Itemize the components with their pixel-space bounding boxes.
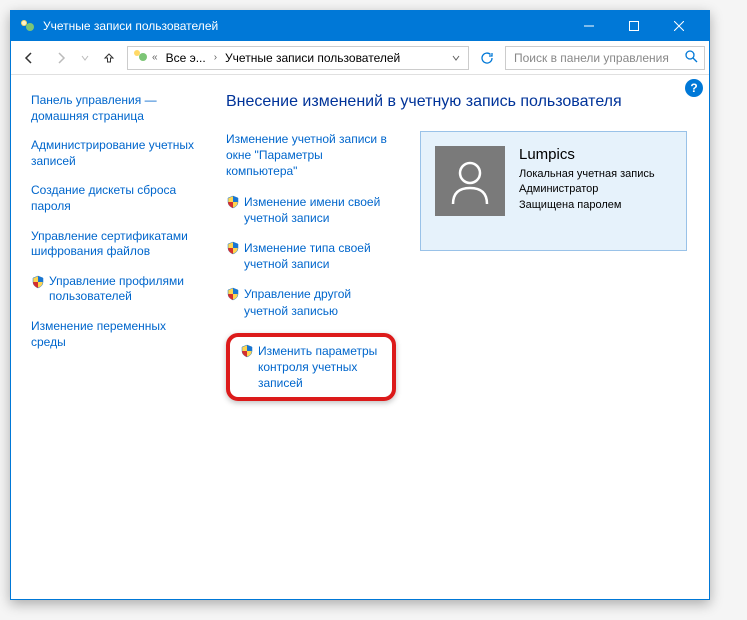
user-name: Lumpics [519, 146, 672, 163]
sidebar-item-profiles[interactable]: Управление профилями пользователей [31, 274, 198, 305]
task-list: Изменение учетной записи в окне "Парамет… [226, 131, 396, 411]
highlighted-task: Изменить параметры контроля учетных запи… [226, 333, 396, 402]
breadcrumb[interactable]: « Все э... › Учетные записи пользователе… [127, 46, 469, 70]
forward-button[interactable] [47, 44, 75, 72]
control-panel-window: Учетные записи пользователей [10, 10, 710, 600]
task-label: Изменение типа своей учетной записи [244, 240, 396, 272]
sidebar-item-home[interactable]: Панель управления — домашняя страница [31, 93, 198, 124]
sidebar-item-reset-disk[interactable]: Создание дискеты сброса пароля [31, 183, 198, 214]
sidebar-item-certs[interactable]: Управление сертификатами шифрования файл… [31, 229, 198, 260]
task-change-type[interactable]: Изменение типа своей учетной записи [226, 240, 396, 272]
maximize-button[interactable] [611, 11, 656, 41]
shield-icon [226, 195, 240, 209]
search-box[interactable] [505, 46, 705, 70]
task-pc-settings[interactable]: Изменение учетной записи в окне "Парамет… [226, 131, 396, 180]
user-account-type: Локальная учетная запись [519, 167, 672, 182]
chevron-icon: « [150, 52, 160, 63]
content-area: ? Панель управления — домашняя страница … [11, 75, 709, 599]
sidebar-item-label: Управление сертификатами шифрования файл… [31, 229, 198, 260]
task-uac-settings[interactable]: Изменить параметры контроля учетных запи… [240, 343, 382, 392]
sidebar-item-label: Управление профилями пользователей [49, 274, 198, 305]
refresh-button[interactable] [473, 46, 501, 70]
task-change-name[interactable]: Изменение имени своей учетной записи [226, 194, 396, 226]
user-password-status: Защищена паролем [519, 198, 672, 213]
sidebar-item-env[interactable]: Изменение переменных среды [31, 319, 198, 350]
control-panel-icon [132, 48, 148, 67]
toolbar: « Все э... › Учетные записи пользователе… [11, 41, 709, 75]
main-columns: Изменение учетной записи в окне "Парамет… [226, 131, 687, 411]
breadcrumb-seg-2[interactable]: Учетные записи пользователей [221, 49, 404, 67]
sidebar-item-label: Администрирование учетных записей [31, 138, 198, 169]
user-accounts-icon [19, 18, 35, 34]
user-card: Lumpics Локальная учетная запись Админис… [420, 131, 687, 251]
titlebar: Учетные записи пользователей [11, 11, 709, 41]
user-info: Lumpics Локальная учетная запись Админис… [519, 146, 672, 213]
page-title: Внесение изменений в учетную запись поль… [226, 93, 687, 111]
sidebar-item-admin[interactable]: Администрирование учетных записей [31, 138, 198, 169]
task-label: Изменение имени своей учетной записи [244, 194, 396, 226]
user-role: Администратор [519, 182, 672, 197]
shield-icon [226, 287, 240, 301]
search-icon[interactable] [685, 50, 698, 66]
search-input[interactable] [512, 50, 685, 66]
sidebar-item-label: Создание дискеты сброса пароля [31, 183, 198, 214]
task-label: Изменение учетной записи в окне "Парамет… [226, 131, 396, 180]
sidebar-item-label: Изменение переменных среды [31, 319, 198, 350]
window-title: Учетные записи пользователей [43, 19, 218, 33]
close-button[interactable] [656, 11, 701, 41]
task-label: Изменить параметры контроля учетных запи… [258, 343, 382, 392]
breadcrumb-seg-1[interactable]: Все э... [162, 49, 210, 67]
recent-dropdown[interactable] [79, 44, 91, 72]
shield-icon [31, 275, 45, 289]
up-button[interactable] [95, 44, 123, 72]
shield-icon [226, 241, 240, 255]
sidebar-item-label: Панель управления — домашняя страница [31, 93, 198, 124]
task-manage-other[interactable]: Управление другой учетной записью [226, 286, 396, 318]
main-panel: Внесение изменений в учетную запись поль… [206, 75, 709, 599]
avatar [435, 146, 505, 216]
shield-icon [240, 344, 254, 358]
window-controls [566, 11, 701, 41]
minimize-button[interactable] [566, 11, 611, 41]
sidebar: Панель управления — домашняя страница Ад… [11, 75, 206, 599]
back-button[interactable] [15, 44, 43, 72]
task-label: Управление другой учетной записью [244, 286, 396, 318]
breadcrumb-dropdown[interactable] [448, 51, 464, 65]
chevron-right-icon: › [212, 52, 219, 63]
